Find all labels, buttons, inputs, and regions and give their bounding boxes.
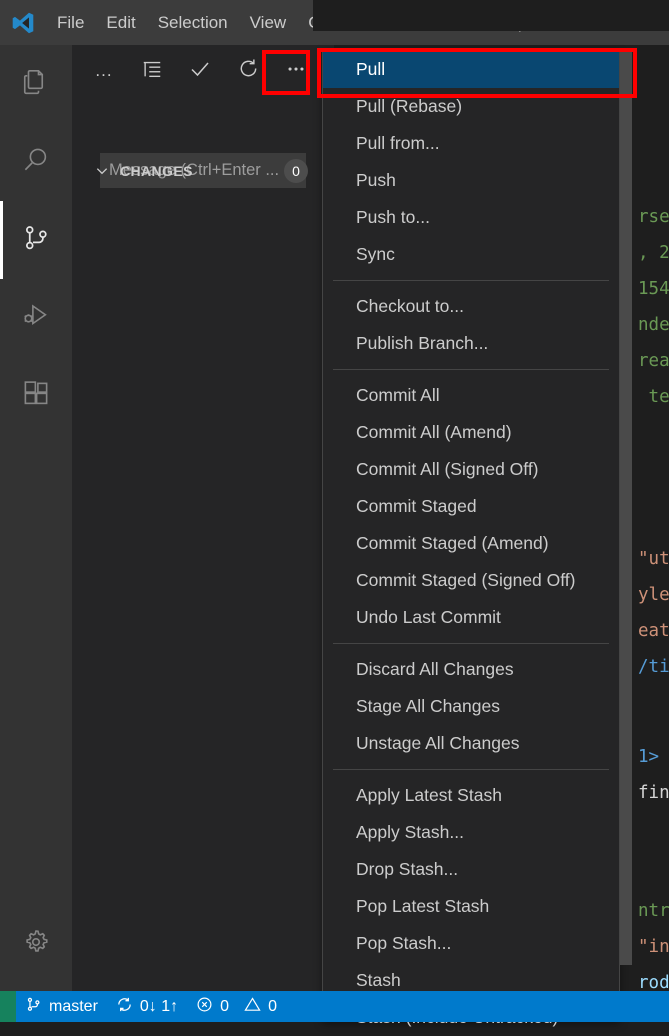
code-fragment: "ut — [638, 549, 669, 569]
context-menu-item-push-to[interactable]: Push to... — [323, 199, 619, 236]
activitybar-item-run-debug[interactable] — [0, 279, 72, 357]
context-menu-item-pop-latest-stash[interactable]: Pop Latest Stash — [323, 888, 619, 925]
gear-icon — [21, 927, 51, 962]
search-icon — [21, 145, 51, 180]
context-menu-item-commit-staged-amend[interactable]: Commit Staged (Amend) — [323, 525, 619, 562]
scm-view-as-tree-button[interactable] — [128, 51, 176, 91]
context-menu-item-pull-from[interactable]: Pull from... — [323, 125, 619, 162]
status-bar-problems[interactable]: 0 0 — [187, 991, 286, 1022]
context-menu-item-drop-stash[interactable]: Drop Stash... — [323, 851, 619, 888]
scm-commit-button[interactable] — [176, 51, 224, 91]
code-fragment: rse — [638, 207, 669, 227]
context-menu-item-apply-stash[interactable]: Apply Stash... — [323, 814, 619, 851]
code-fragment: "in — [638, 937, 669, 957]
scm-changes-label: CHANGES — [120, 163, 193, 179]
menubar-item-selection[interactable]: Selection — [147, 10, 239, 35]
remote-indicator[interactable] — [0, 991, 16, 1022]
activitybar-item-extensions[interactable] — [0, 357, 72, 435]
context-menu-item-commit-all-amend[interactable]: Commit All (Amend) — [323, 414, 619, 451]
status-bar-branch-label: master — [49, 997, 98, 1015]
checkmark-commit-icon — [188, 57, 212, 86]
context-menu-item-checkout-to[interactable]: Checkout to... — [323, 288, 619, 325]
context-menu-item-pop-stash[interactable]: Pop Stash... — [323, 925, 619, 962]
scm-changes-count-badge: 0 — [284, 159, 308, 183]
activitybar-item-explorer[interactable] — [0, 45, 72, 123]
menubar-item-view[interactable]: View — [239, 10, 298, 35]
context-menu-item-unstage-all-changes[interactable]: Unstage All Changes — [323, 725, 619, 762]
status-bar-sync[interactable]: 0↓ 1↑ — [107, 991, 187, 1022]
status-bar-right-filler — [313, 0, 669, 31]
activitybar-bottom — [0, 905, 72, 983]
scm-changes-header[interactable]: CHANGES 0 — [72, 155, 334, 187]
code-fragment: yle — [638, 585, 669, 605]
scm-toolbar-ellipsis[interactable]: ... — [80, 51, 128, 91]
pull-item-highlight-box — [317, 48, 637, 98]
source-control-branch-icon — [25, 996, 42, 1018]
sync-icon — [116, 996, 133, 1018]
activitybar-item-manage[interactable] — [0, 905, 72, 983]
context-menu-separator — [333, 369, 609, 370]
code-fragment: 154 — [638, 279, 669, 299]
context-menu-scrollbar[interactable] — [620, 50, 632, 1022]
context-menu-item-sync[interactable]: Sync — [323, 236, 619, 273]
refresh-icon — [237, 57, 260, 85]
files-explorer-icon — [21, 67, 51, 102]
context-menu-separator — [333, 643, 609, 644]
chevron-down-icon — [94, 163, 110, 179]
activity-bar — [0, 45, 72, 991]
context-menu-item-undo-last-commit[interactable]: Undo Last Commit — [323, 599, 619, 636]
context-menu-item-publish-branch[interactable]: Publish Branch... — [323, 325, 619, 362]
scm-context-menu: Pull Pull (Rebase) Pull from... Push Pus… — [322, 50, 620, 1027]
status-bar-warnings-count: 0 — [268, 997, 277, 1015]
status-bar: master 0↓ 1↑ 0 0 — [0, 991, 669, 1022]
code-fragment: ntr — [638, 901, 669, 921]
context-menu-item-commit-all-signed-off[interactable]: Commit All (Signed Off) — [323, 451, 619, 488]
code-fragment: 1> — [638, 747, 660, 767]
context-menu-separator — [333, 769, 609, 770]
ellipsis-text-icon: ... — [95, 60, 113, 80]
code-fragment: te — [638, 387, 669, 407]
warning-icon — [244, 996, 261, 1018]
context-menu-item-stage-all-changes[interactable]: Stage All Changes — [323, 688, 619, 725]
view-as-tree-icon — [141, 58, 163, 85]
run-and-debug-icon — [21, 301, 51, 336]
vscode-logo-icon — [0, 0, 46, 45]
menubar-item-edit[interactable]: Edit — [95, 10, 146, 35]
error-icon — [196, 996, 213, 1018]
activitybar-item-source-control[interactable] — [0, 201, 72, 279]
code-fragment: , 2 — [638, 243, 669, 263]
context-menu-item-commit-staged-signed-off[interactable]: Commit Staged (Signed Off) — [323, 562, 619, 599]
code-fragment: /ti — [638, 657, 669, 677]
status-bar-errors-count: 0 — [220, 997, 230, 1015]
source-control-icon — [21, 223, 51, 258]
code-fragment: fin — [638, 783, 669, 803]
activitybar-item-search[interactable] — [0, 123, 72, 201]
context-menu-item-apply-latest-stash[interactable]: Apply Latest Stash — [323, 777, 619, 814]
extensions-icon — [21, 379, 51, 414]
context-menu-item-commit-staged[interactable]: Commit Staged — [323, 488, 619, 525]
context-menu-item-discard-all-changes[interactable]: Discard All Changes — [323, 651, 619, 688]
context-menu-item-commit-all[interactable]: Commit All — [323, 377, 619, 414]
status-bar-branch[interactable]: master — [16, 991, 107, 1022]
code-fragment: rod — [638, 973, 669, 991]
menubar-item-file[interactable]: File — [46, 10, 95, 35]
code-fragment: rea — [638, 351, 669, 371]
code-fragment: nde — [638, 315, 669, 335]
status-bar-sync-label: 0↓ 1↑ — [139, 997, 179, 1015]
context-menu-item-push[interactable]: Push — [323, 162, 619, 199]
more-actions-highlight-box — [262, 50, 310, 95]
context-menu-scrollbar-thumb[interactable] — [620, 50, 632, 965]
code-fragment: eat — [638, 621, 669, 641]
context-menu-separator — [333, 280, 609, 281]
